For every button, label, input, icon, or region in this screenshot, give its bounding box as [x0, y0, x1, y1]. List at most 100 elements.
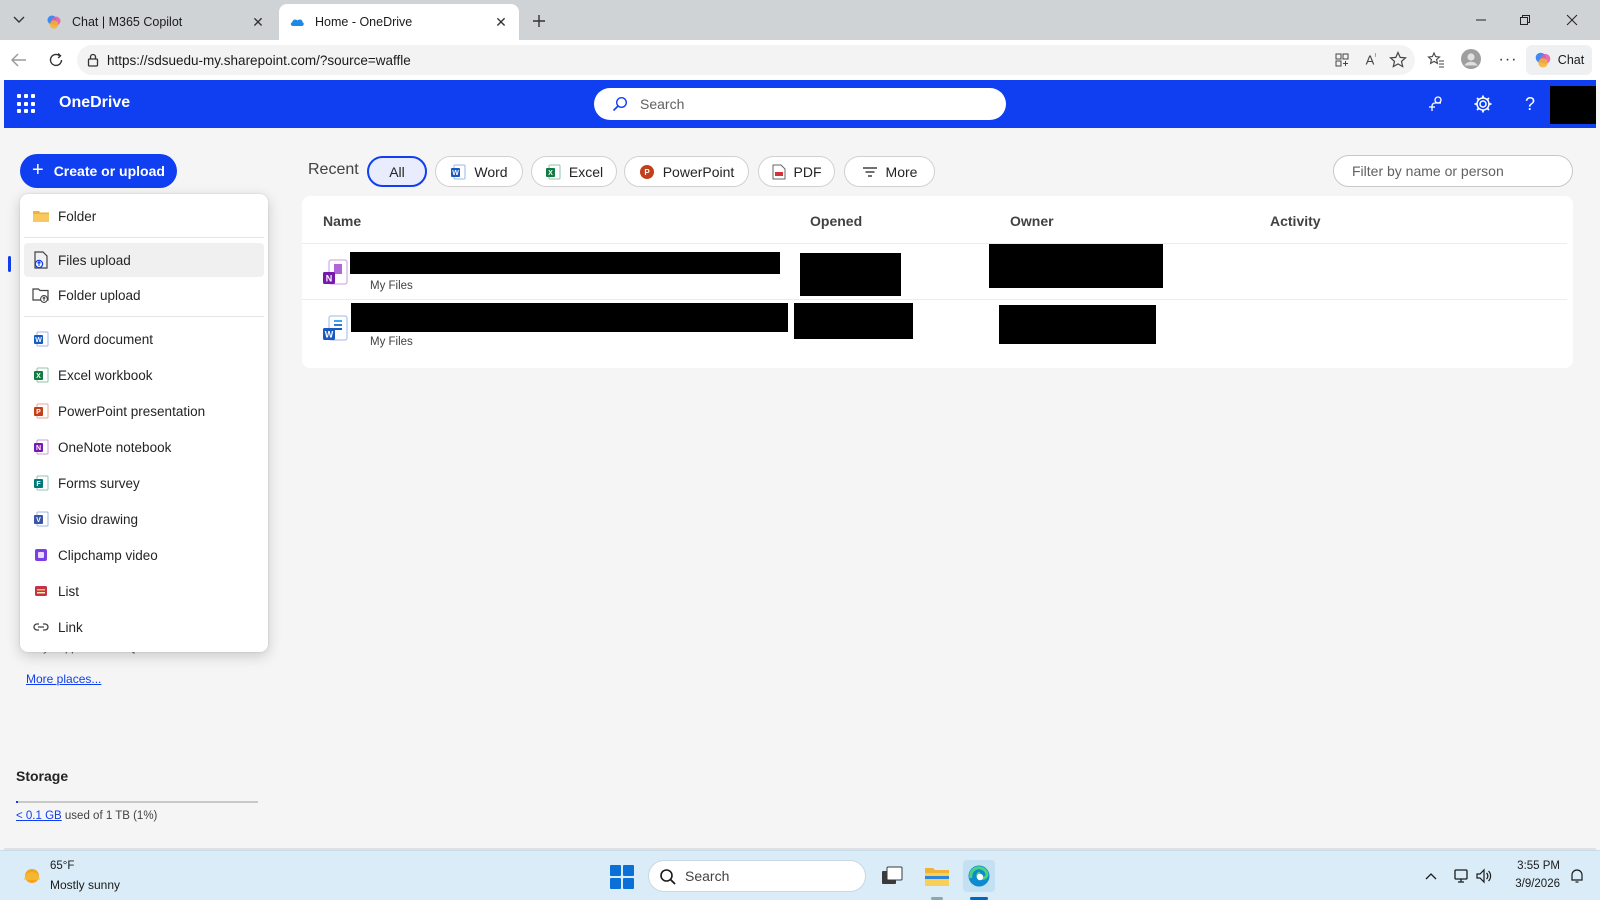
- menu-item-label: Clipchamp video: [58, 547, 158, 563]
- chip-label: PowerPoint: [662, 163, 735, 180]
- filter-by-name-input[interactable]: Filter by name or person: [1333, 155, 1573, 187]
- chip-label: More: [885, 163, 918, 180]
- storage-progress-bar: [16, 801, 258, 803]
- taskbar-search-placeholder: Search: [685, 868, 730, 884]
- weather-description[interactable]: Mostly sunny: [50, 878, 120, 892]
- new-tab-plus-icon[interactable]: [527, 9, 551, 33]
- refresh-icon[interactable]: [42, 47, 70, 73]
- read-aloud-icon[interactable]: A⁾: [1359, 48, 1383, 72]
- weather-temperature[interactable]: 65°F: [50, 860, 74, 872]
- chip-word[interactable]: W Word: [435, 156, 523, 187]
- clock-time[interactable]: 3:55 PM: [1512, 860, 1560, 872]
- task-view-icon[interactable]: [876, 860, 908, 892]
- restore-icon[interactable]: [1510, 8, 1540, 32]
- help-icon[interactable]: ?: [1518, 92, 1542, 116]
- chip-excel[interactable]: X Excel: [531, 156, 617, 187]
- create-or-upload-button[interactable]: + Create or upload: [20, 154, 177, 188]
- excel-icon: X: [545, 164, 561, 179]
- app-launcher-waffle-icon[interactable]: [17, 94, 37, 114]
- account-avatar[interactable]: [1550, 86, 1596, 124]
- menu-item-files-upload[interactable]: Files upload: [24, 243, 264, 277]
- powerpoint-icon: P: [639, 164, 654, 179]
- window-close-icon[interactable]: [1557, 8, 1587, 32]
- menu-item-excel-workbook[interactable]: X Excel workbook: [24, 358, 264, 392]
- redacted-opened-date: [794, 303, 913, 339]
- menu-item-forms-survey[interactable]: F Forms survey: [24, 466, 264, 500]
- chip-pdf[interactable]: PDF: [758, 156, 835, 187]
- chip-powerpoint[interactable]: P PowerPoint: [624, 156, 749, 187]
- file-location: My Files: [370, 280, 413, 292]
- chip-label: PDF: [793, 163, 822, 180]
- menu-item-label: PowerPoint presentation: [58, 403, 206, 419]
- menu-item-label: Forms survey: [58, 475, 140, 491]
- weather-sunny-icon[interactable]: [20, 864, 44, 888]
- menu-item-list[interactable]: List: [24, 574, 264, 608]
- back-arrow-icon[interactable]: [5, 47, 33, 73]
- menu-item-word-document[interactable]: W Word document: [24, 322, 264, 356]
- network-icon[interactable]: [1452, 866, 1472, 886]
- redacted-opened-date: [800, 253, 901, 296]
- favorite-star-icon[interactable]: [1386, 48, 1410, 72]
- svg-text:P: P: [644, 168, 650, 177]
- windows-start-icon[interactable]: [610, 865, 634, 889]
- menu-item-link[interactable]: Link: [24, 610, 264, 644]
- menu-item-onenote-notebook[interactable]: N OneNote notebook: [24, 430, 264, 464]
- svg-text:N: N: [326, 274, 333, 284]
- search-icon: [660, 869, 676, 885]
- create-label: Create or upload: [53, 163, 165, 179]
- menu-item-folder[interactable]: Folder: [24, 199, 264, 233]
- table-row[interactable]: N My Files: [302, 243, 1567, 299]
- chat-label: Chat: [1557, 53, 1585, 67]
- profile-avatar-icon[interactable]: [1459, 47, 1483, 71]
- visio-icon: V: [32, 510, 50, 528]
- site-info-lock-icon[interactable]: [86, 53, 100, 67]
- notifications-icon[interactable]: [1567, 866, 1587, 886]
- chip-more[interactable]: More: [844, 156, 935, 187]
- browser-tab-onedrive[interactable]: Home - OneDrive ✕: [279, 4, 519, 40]
- forms-icon: F: [32, 474, 50, 492]
- file-explorer-icon[interactable]: [921, 860, 953, 892]
- browser-tab-copilot[interactable]: Chat | M365 Copilot ✕: [36, 4, 276, 40]
- column-header-activity[interactable]: Activity: [1270, 213, 1321, 229]
- menu-item-label: Visio drawing: [58, 511, 139, 527]
- column-header-opened[interactable]: Opened: [810, 213, 862, 229]
- menu-divider: [24, 237, 264, 238]
- more-options-icon[interactable]: ···: [1496, 48, 1520, 72]
- minimize-icon[interactable]: [1466, 8, 1496, 32]
- share-feedback-icon[interactable]: [1424, 92, 1448, 116]
- app-available-icon[interactable]: [1330, 48, 1354, 72]
- folder-upload-icon: [32, 286, 50, 304]
- menu-item-clipchamp-video[interactable]: Clipchamp video: [24, 538, 264, 572]
- plus-icon: +: [32, 159, 44, 181]
- clock-date[interactable]: 3/9/2026: [1504, 878, 1560, 890]
- menu-item-label: OneNote notebook: [58, 439, 172, 455]
- storage-used-link[interactable]: < 0.1 GB: [16, 810, 62, 822]
- table-row[interactable]: W My Files: [302, 299, 1567, 355]
- show-hidden-icons-chevron-icon[interactable]: [1421, 866, 1441, 886]
- app-name[interactable]: OneDrive: [59, 94, 130, 112]
- svg-text:X: X: [548, 170, 553, 177]
- menu-divider: [24, 316, 264, 317]
- column-header-owner[interactable]: Owner: [1010, 213, 1054, 229]
- nav-selection-indicator: [8, 256, 11, 272]
- menu-item-visio-drawing[interactable]: V Visio drawing: [24, 502, 264, 536]
- settings-gear-icon[interactable]: [1471, 92, 1495, 116]
- close-tab-icon[interactable]: ✕: [250, 14, 266, 30]
- favorites-icon[interactable]: [1424, 48, 1448, 72]
- volume-icon[interactable]: [1474, 866, 1494, 886]
- menu-item-powerpoint-presentation[interactable]: P PowerPoint presentation: [24, 394, 264, 428]
- storage-rest-text: used of 1 TB (1%): [61, 810, 158, 822]
- url-field[interactable]: https://sdsuedu-my.sharepoint.com/?sourc…: [77, 45, 1415, 75]
- close-tab-icon[interactable]: ✕: [493, 14, 509, 30]
- copilot-chat-button[interactable]: Chat: [1526, 45, 1592, 75]
- recent-files-list: Name Opened Owner Activity N My Files W …: [302, 196, 1573, 368]
- tab-list-chevron-icon[interactable]: [6, 7, 32, 33]
- search-input[interactable]: Search: [594, 88, 1006, 120]
- more-places-link[interactable]: More places...: [26, 672, 101, 686]
- edge-browser-icon[interactable]: [963, 860, 995, 892]
- chip-all[interactable]: All: [367, 156, 427, 187]
- menu-item-folder-upload[interactable]: Folder upload: [24, 278, 264, 312]
- column-header-name[interactable]: Name: [323, 213, 361, 229]
- taskbar-search-input[interactable]: Search: [648, 860, 866, 892]
- copilot-icon: [1535, 52, 1551, 68]
